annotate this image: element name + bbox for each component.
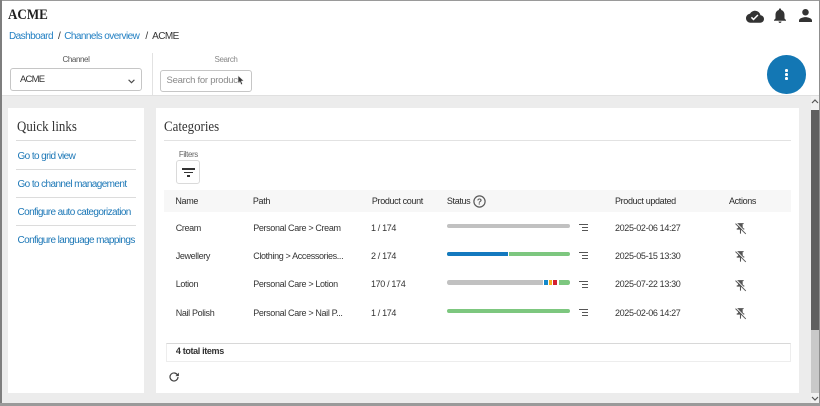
svg-text:?: ? xyxy=(477,196,482,206)
